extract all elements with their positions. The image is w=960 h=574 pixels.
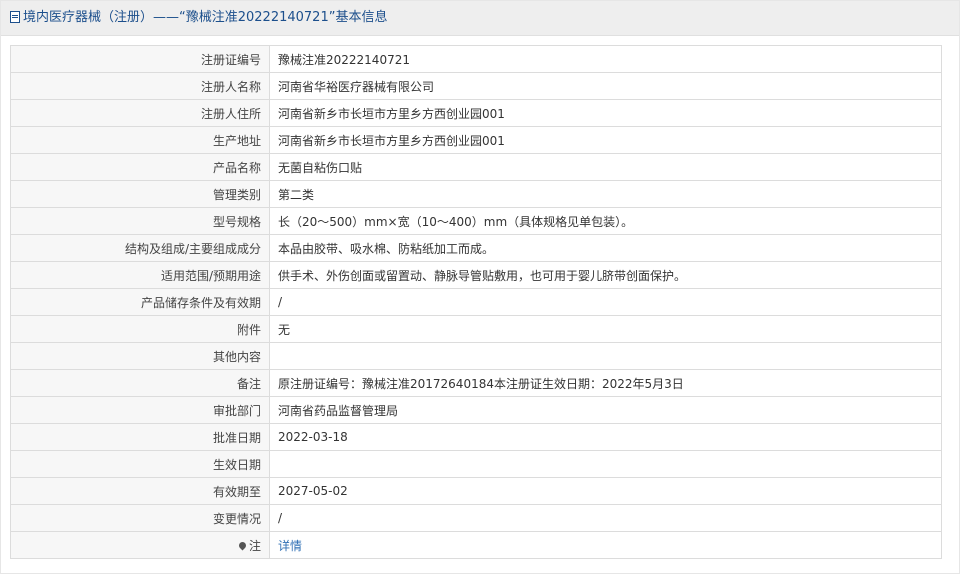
table-row: 附件 无 — [10, 315, 942, 343]
row-value: 河南省新乡市长垣市方里乡方西创业园001 — [269, 99, 942, 127]
row-label: 生产地址 — [10, 126, 270, 154]
row-value: 本品由胶带、吸水棉、防粘纸加工而成。 — [269, 234, 942, 262]
row-value — [269, 450, 942, 478]
table-row: 有效期至 2027-05-02 — [10, 477, 942, 505]
table-row: 生产地址 河南省新乡市长垣市方里乡方西创业园001 — [10, 126, 942, 154]
row-value: 河南省药品监督管理局 — [269, 396, 942, 424]
row-label: 注册证编号 — [10, 45, 270, 73]
panel-header: 境内医疗器械（注册）——“豫械注准20222140721”基本信息 — [1, 1, 959, 36]
table-row: 结构及组成/主要组成成分 本品由胶带、吸水棉、防粘纸加工而成。 — [10, 234, 942, 262]
row-value: 原注册证编号：豫械注准20172640184本注册证生效日期：2022年5月3日 — [269, 369, 942, 397]
row-label: 其他内容 — [10, 342, 270, 370]
table-row: 注册人名称 河南省华裕医疗器械有限公司 — [10, 72, 942, 100]
document-icon — [10, 10, 20, 23]
row-label: 附件 — [10, 315, 270, 343]
row-value: 长（20～500）mm×宽（10～400）mm（具体规格见单包装）。 — [269, 207, 942, 235]
info-panel: 境内医疗器械（注册）——“豫械注准20222140721”基本信息 注册证编号 … — [0, 0, 960, 574]
row-label: 管理类别 — [10, 180, 270, 208]
row-value: 2022-03-18 — [269, 423, 942, 451]
row-label: 备注 — [10, 369, 270, 397]
row-label: 型号规格 — [10, 207, 270, 235]
note-label: 注 — [248, 538, 261, 553]
row-label: 适用范围/预期用途 — [10, 261, 270, 289]
table-row: 生效日期 — [10, 450, 942, 478]
table-row: 变更情况 / — [10, 504, 942, 532]
row-label: 结构及组成/主要组成成分 — [10, 234, 270, 262]
row-value: 河南省新乡市长垣市方里乡方西创业园001 — [269, 126, 942, 154]
note-value-cell: 详情 — [269, 531, 942, 559]
row-value — [269, 342, 942, 370]
table-row: 产品储存条件及有效期 / — [10, 288, 942, 316]
row-value: 无菌自粘伤口贴 — [269, 153, 942, 181]
row-label: 产品名称 — [10, 153, 270, 181]
table-row: 管理类别 第二类 — [10, 180, 942, 208]
table-row: 审批部门 河南省药品监督管理局 — [10, 396, 942, 424]
pin-icon — [237, 540, 248, 550]
row-label: 变更情况 — [10, 504, 270, 532]
row-value: 无 — [269, 315, 942, 343]
row-label: 批准日期 — [10, 423, 270, 451]
table-row: 产品名称 无菌自粘伤口贴 — [10, 153, 942, 181]
row-value: 第二类 — [269, 180, 942, 208]
info-table: 注册证编号 豫械注准20222140721 注册人名称 河南省华裕医疗器械有限公… — [10, 45, 942, 559]
row-value: 供手术、外伤创面或留置动、静脉导管贴敷用，也可用于婴儿脐带创面保护。 — [269, 261, 942, 289]
row-value: / — [269, 504, 942, 532]
details-link[interactable]: 详情 — [278, 539, 302, 553]
row-label: 注册人名称 — [10, 72, 270, 100]
table-row: 批准日期 2022-03-18 — [10, 423, 942, 451]
row-value: / — [269, 288, 942, 316]
table-row: 型号规格 长（20～500）mm×宽（10～400）mm（具体规格见单包装）。 — [10, 207, 942, 235]
table-row: 其他内容 — [10, 342, 942, 370]
row-value: 2027-05-02 — [269, 477, 942, 505]
note-label-cell: 注 — [10, 531, 270, 559]
row-label: 审批部门 — [10, 396, 270, 424]
row-label: 注册人住所 — [10, 99, 270, 127]
page-title: 境内医疗器械（注册）——“豫械注准20222140721”基本信息 — [23, 10, 388, 25]
row-value: 河南省华裕医疗器械有限公司 — [269, 72, 942, 100]
row-label: 有效期至 — [10, 477, 270, 505]
table-row: 注册人住所 河南省新乡市长垣市方里乡方西创业园001 — [10, 99, 942, 127]
row-label: 产品储存条件及有效期 — [10, 288, 270, 316]
table-row: 注册证编号 豫械注准20222140721 — [10, 45, 942, 73]
row-label: 生效日期 — [10, 450, 270, 478]
table-row: 适用范围/预期用途 供手术、外伤创面或留置动、静脉导管贴敷用，也可用于婴儿脐带创… — [10, 261, 942, 289]
table-row: 备注 原注册证编号：豫械注准20172640184本注册证生效日期：2022年5… — [10, 369, 942, 397]
row-value: 豫械注准20222140721 — [269, 45, 942, 73]
note-row: 注 详情 — [10, 531, 942, 559]
